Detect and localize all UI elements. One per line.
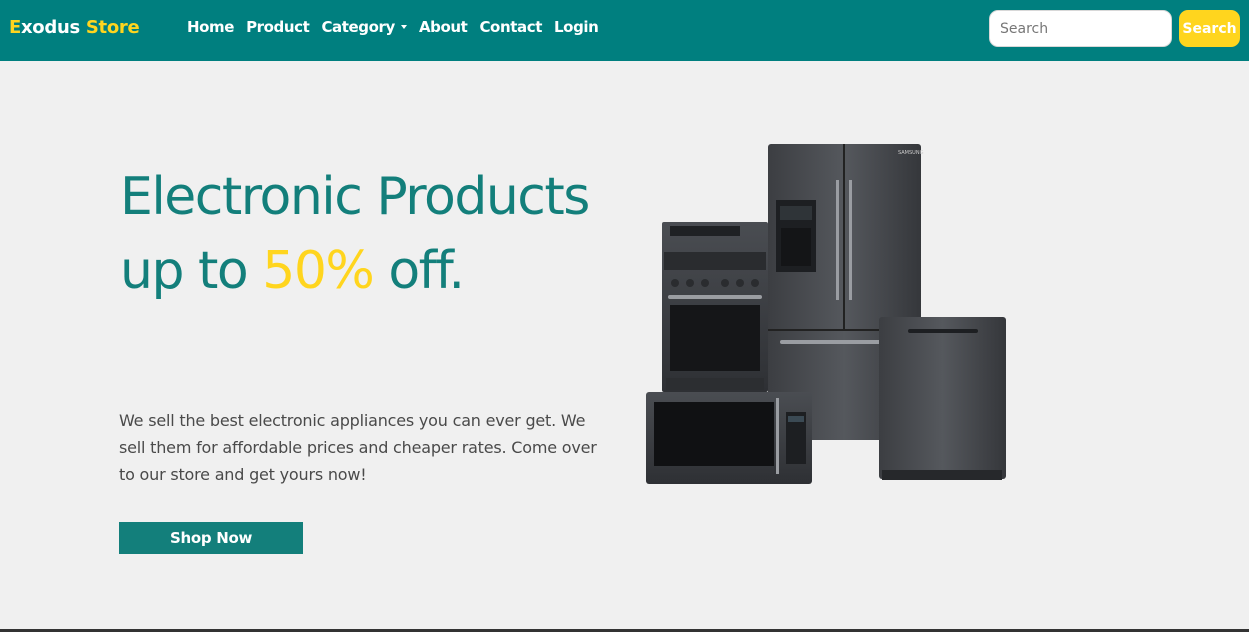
nav-product[interactable]: Product [246,18,310,36]
nav-home[interactable]: Home [187,18,234,36]
brand-logo[interactable]: Exodus Store [9,17,140,38]
brand-store: Store [85,17,140,38]
brand-initial: E [9,17,21,38]
hero-description: We sell the best electronic appliances y… [119,411,597,484]
headline-line-1: Electronic Products [120,167,590,227]
oven-range-icon [662,222,768,392]
dishwasher-icon [879,317,1006,480]
headline-suffix: off. [373,241,465,301]
brand-mark: SAMSUNG [898,150,924,156]
headline-prefix: up to [120,241,263,301]
nav-contact[interactable]: Contact [479,18,542,36]
headline-line-2: up to 50% off. [120,234,620,308]
hero-headline: Electronic Products up to 50% off. [120,160,620,308]
nav-about[interactable]: About [419,18,468,36]
shop-now-button[interactable]: Shop Now [119,522,303,554]
nav-category[interactable]: Category [321,18,407,36]
navbar: Exodus Store Home Product Category About… [0,0,1249,61]
appliances-image: SAMSUNG [646,144,1006,484]
nav-menu: Home Product Category About Contact Logi… [187,18,599,36]
chevron-down-icon [400,25,407,29]
microwave-icon [646,392,812,484]
nav-login[interactable]: Login [554,18,599,36]
discount-highlight: 50% [262,241,375,301]
brand-name: xodus [21,17,86,38]
search-button[interactable]: Search [1179,10,1240,47]
search-input[interactable] [989,10,1172,47]
nav-category-label: Category [321,18,395,36]
